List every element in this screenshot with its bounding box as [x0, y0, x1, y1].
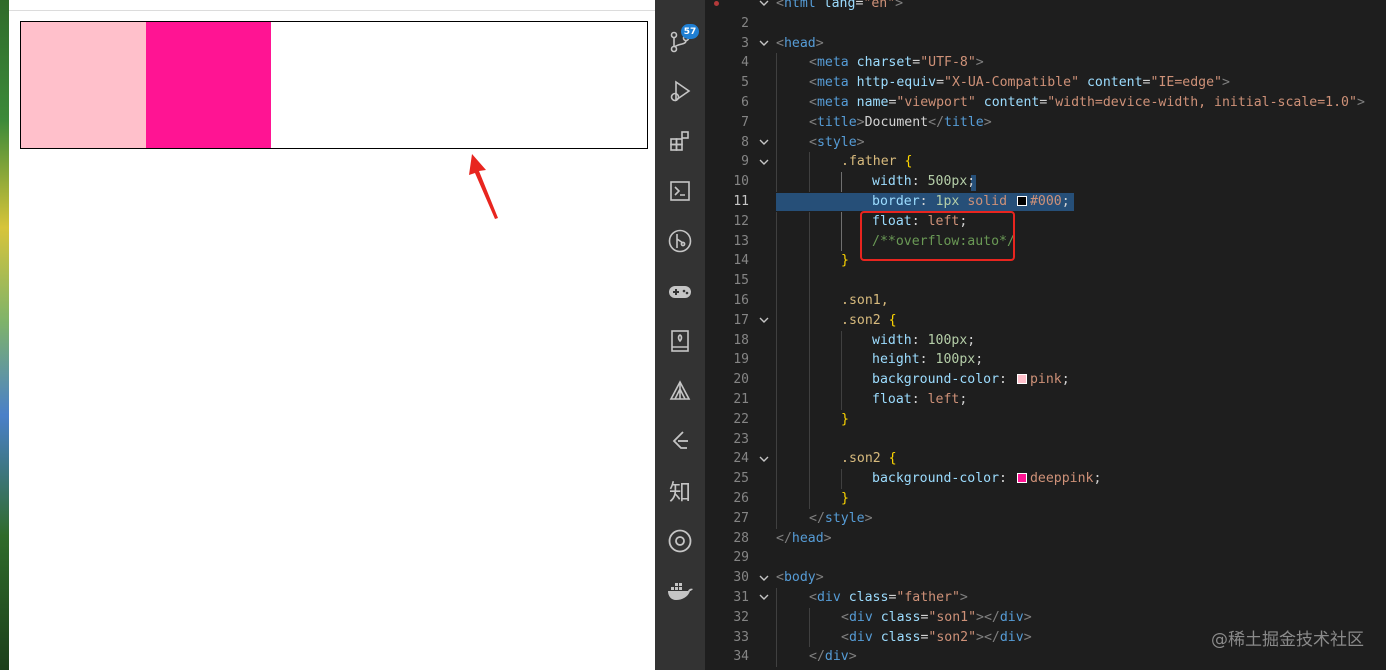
- chevron-down-icon[interactable]: [757, 568, 771, 588]
- breakpoint-dot: [714, 1, 719, 6]
- code-line-active[interactable]: 11 width: 500px;: [705, 172, 1386, 209]
- code-line[interactable]: 13 float: left;: [705, 211, 1386, 249]
- code-line[interactable]: 9 <style>: [705, 132, 1386, 169]
- code-line[interactable]: 6 <meta http-equiv="X-UA-Compatible" con…: [705, 73, 1386, 110]
- browser-preview: [0, 0, 655, 670]
- code-line[interactable]: 32 <div class="father">: [705, 587, 1386, 625]
- father-box: [20, 21, 648, 149]
- code-line[interactable]: 27 }: [705, 488, 1386, 526]
- code-line-selected[interactable]: 12 border: 1px solid #000;: [705, 192, 1386, 229]
- code-line[interactable]: 22 float: left;: [705, 389, 1386, 427]
- desktop-background-strip: [0, 0, 9, 670]
- son1-box: [21, 22, 146, 148]
- gamepad-icon[interactable]: [655, 272, 705, 312]
- chevron-down-icon[interactable]: [757, 133, 771, 153]
- chevron-down-icon[interactable]: [757, 34, 771, 54]
- zhihu-glyph: 知: [668, 481, 691, 506]
- target-icon[interactable]: [655, 521, 705, 561]
- code-line[interactable]: 18 .son2 {: [705, 310, 1386, 348]
- red-arrow-annotation: [469, 154, 498, 219]
- code-line[interactable]: 24: [705, 429, 1386, 466]
- code-line[interactable]: 29 </head>: [705, 529, 1386, 566]
- code-line[interactable]: 3: [705, 14, 1386, 51]
- color-swatch-deeppink[interactable]: [1016, 473, 1027, 484]
- code-line[interactable]: 7 <meta name="viewport" content="width=d…: [705, 92, 1386, 130]
- code-line[interactable]: 10 .father {: [705, 152, 1386, 189]
- leetcode-icon[interactable]: [655, 421, 705, 461]
- code-line[interactable]: 15 }: [705, 251, 1386, 288]
- code-line[interactable]: 31 <body>: [705, 568, 1386, 605]
- code-line[interactable]: 8 <title>Document</title>: [705, 112, 1386, 150]
- watermark: @稀土掘金技术社区: [1211, 630, 1364, 650]
- code-line[interactable]: 5 <meta charset="UTF-8">: [705, 53, 1386, 90]
- docker-icon[interactable]: [655, 571, 705, 611]
- chevron-down-icon[interactable]: [757, 588, 771, 608]
- terminal-icon[interactable]: [655, 171, 705, 211]
- code-line[interactable]: 26 background-color: deeppink;: [705, 469, 1386, 506]
- code-lines[interactable]: 2 <html lang="en"> 3 4 <head> 5 <meta ch…: [705, 0, 1386, 670]
- code-line[interactable]: 23 }: [705, 409, 1386, 447]
- extensions-icon[interactable]: [655, 121, 705, 161]
- chevron-down-icon[interactable]: [757, 0, 771, 14]
- chevron-down-icon[interactable]: [757, 311, 771, 331]
- source-control-badge: 57: [681, 24, 699, 39]
- code-line[interactable]: 19 width: 100px;: [705, 330, 1386, 367]
- color-swatch-pink[interactable]: [1016, 374, 1027, 385]
- code-line[interactable]: 14 /**overflow:auto*/: [705, 231, 1386, 268]
- code-line[interactable]: 25 .son2 {: [705, 449, 1386, 486]
- activity-bar: 57 知: [655, 0, 705, 670]
- code-line[interactable]: 28 </style>: [705, 508, 1386, 546]
- code-editor[interactable]: 2 <html lang="en"> 3 4 <head> 5 <meta ch…: [705, 0, 1386, 670]
- code-line[interactable]: 35 </div>: [705, 647, 1386, 670]
- code-line[interactable]: 2 <html lang="en">: [705, 0, 1386, 31]
- code-line[interactable]: 20 height: 100px;: [705, 350, 1386, 387]
- zhihu-icon[interactable]: 知: [655, 471, 705, 511]
- run-debug-icon[interactable]: [655, 71, 705, 111]
- red-box-annotation: [860, 211, 1015, 261]
- triangle-prism-icon[interactable]: [655, 371, 705, 411]
- code-line[interactable]: 4 <head>: [705, 34, 1386, 71]
- code-line[interactable]: 17 .son1,: [705, 290, 1386, 328]
- code-line[interactable]: 16: [705, 271, 1386, 308]
- chevron-down-icon[interactable]: [757, 449, 771, 469]
- browser-toolbar-divider: [9, 10, 655, 11]
- git-graph-icon[interactable]: [655, 221, 705, 261]
- chevron-down-icon[interactable]: [757, 152, 771, 172]
- bookmark-book-icon[interactable]: [655, 321, 705, 361]
- code-line[interactable]: 21 background-color: pink;: [705, 370, 1386, 407]
- color-swatch-black[interactable]: [1016, 195, 1027, 206]
- code-line[interactable]: 30: [705, 548, 1386, 585]
- son2-box: [146, 22, 271, 148]
